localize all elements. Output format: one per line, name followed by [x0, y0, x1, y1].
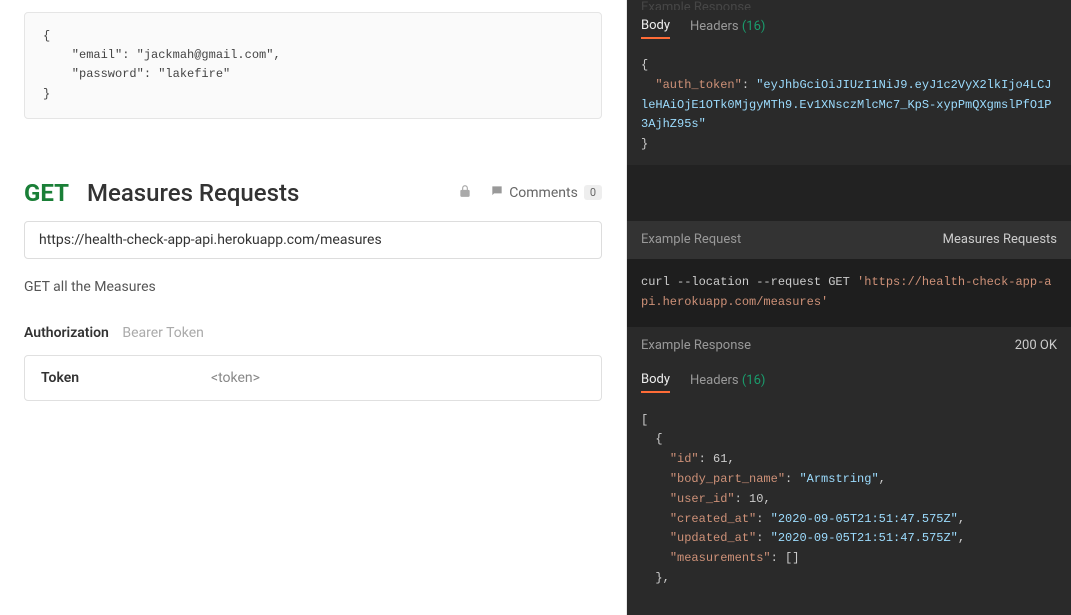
authorization-type: Bearer Token — [122, 325, 204, 341]
headers-count-2: (16) — [742, 373, 766, 388]
response-tabs-top: Body Headers (16) — [627, 10, 1071, 46]
headers-count: (16) — [742, 19, 766, 34]
token-label: Token — [41, 370, 211, 386]
endpoint-description: GET all the Measures — [24, 279, 602, 295]
tab-headers[interactable]: Headers (16) — [690, 19, 765, 38]
tab-body[interactable]: Body — [641, 18, 670, 39]
authorization-label: Authorization — [24, 325, 109, 341]
comments-count: 0 — [584, 185, 602, 200]
endpoint-header: GET Measures Requests Comments 0 — [24, 179, 602, 207]
authorization-row: Authorization Bearer Token — [24, 325, 602, 341]
endpoint-url[interactable]: https://health-check-app-api.herokuapp.c… — [24, 221, 602, 259]
http-method-badge: GET — [24, 179, 69, 207]
curl-command: curl --location --request GET 'https://h… — [627, 259, 1071, 327]
comments-label: Comments — [509, 185, 578, 201]
comment-icon — [490, 184, 504, 202]
comments-button[interactable]: Comments 0 — [490, 184, 602, 202]
lock-icon — [458, 183, 472, 202]
example-request-label: Example Request — [641, 232, 741, 247]
request-body-code: { "email": "jackmah@gmail.com", "passwor… — [24, 12, 602, 119]
measures-response-body: [ { "id": 61, "body_part_name": "Armstri… — [627, 401, 1071, 599]
token-row: Token <token> — [24, 355, 602, 401]
truncated-prev-section: Example Response — [627, 0, 1071, 10]
example-response-label: Example Response — [641, 338, 751, 353]
endpoint-title: Measures Requests — [87, 179, 458, 207]
example-response-header: Example Response 200 OK — [627, 327, 1071, 365]
response-tabs-bottom: Body Headers (16) — [627, 365, 1071, 401]
tab-body-2[interactable]: Body — [641, 372, 670, 393]
response-status: 200 OK — [1015, 338, 1057, 353]
token-value: <token> — [211, 370, 260, 386]
example-request-header: Example Request Measures Requests — [627, 221, 1071, 259]
example-request-name: Measures Requests — [943, 232, 1057, 247]
tab-headers-2[interactable]: Headers (16) — [690, 373, 765, 392]
auth-response-body: { "auth_token": "eyJhbGciOiJIUzI1NiJ9.ey… — [627, 46, 1071, 165]
tab-headers-label: Headers — [690, 19, 739, 34]
section-divider — [627, 165, 1071, 221]
tab-headers-label-2: Headers — [690, 373, 739, 388]
